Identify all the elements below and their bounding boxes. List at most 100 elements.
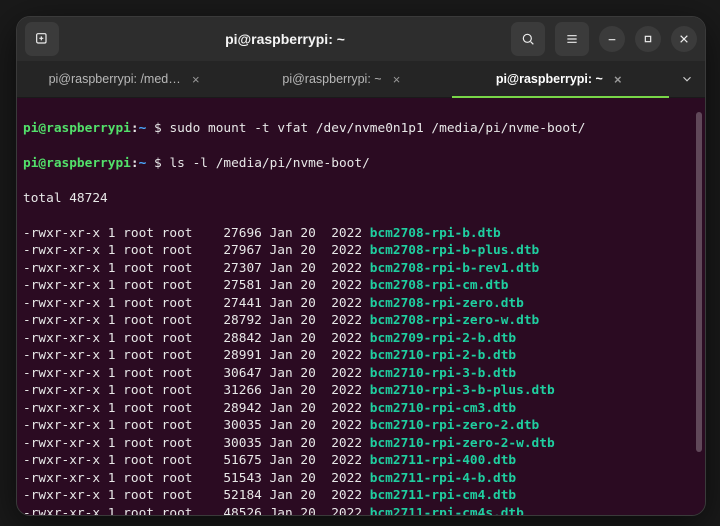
- ls-row: -rwxr-xr-x 1 root root 51675 Jan 20 2022…: [23, 452, 699, 470]
- tab-1[interactable]: pi@raspberrypi: ~ ×: [234, 61, 451, 97]
- ls-row: -rwxr-xr-x 1 root root 27441 Jan 20 2022…: [23, 295, 699, 313]
- tab-label: pi@raspberrypi: /med…: [49, 72, 181, 86]
- ls-filename: bcm2710-rpi-zero-2.dtb: [370, 418, 540, 433]
- command-1: sudo mount -t vfat /dev/nvme0n1p1 /media…: [169, 121, 585, 136]
- scrollbar[interactable]: [696, 112, 702, 452]
- tab-label: pi@raspberrypi: ~: [282, 72, 381, 86]
- tab-2[interactable]: pi@raspberrypi: ~ ×: [452, 61, 669, 97]
- ls-filename: bcm2709-rpi-2-b.dtb: [370, 331, 516, 346]
- ls-size: 51675: [200, 453, 262, 468]
- ls-perm: -rwxr-xr-x 1 root root: [23, 313, 193, 328]
- ls-perm: -rwxr-xr-x 1 root root: [23, 453, 193, 468]
- ls-size: 28842: [200, 331, 262, 346]
- ls-row: -rwxr-xr-x 1 root root 27696 Jan 20 2022…: [23, 225, 699, 243]
- titlebar: pi@raspberrypi: ~: [17, 17, 705, 61]
- ls-date: Jan 20 2022: [270, 383, 362, 398]
- close-button[interactable]: [671, 26, 697, 52]
- close-icon: [676, 31, 692, 47]
- new-tab-icon: [34, 31, 50, 47]
- prompt-sigil: $: [154, 121, 162, 136]
- ls-row: -rwxr-xr-x 1 root root 28991 Jan 20 2022…: [23, 347, 699, 365]
- ls-date: Jan 20 2022: [270, 348, 362, 363]
- ls-size: 52184: [200, 488, 262, 503]
- ls-size: 27441: [200, 296, 262, 311]
- prompt-cwd: ~: [139, 156, 147, 171]
- maximize-button[interactable]: [635, 26, 661, 52]
- ls-row: -rwxr-xr-x 1 root root 51543 Jan 20 2022…: [23, 470, 699, 488]
- ls-row: -rwxr-xr-x 1 root root 31266 Jan 20 2022…: [23, 382, 699, 400]
- prompt-user-host: pi@raspberrypi: [23, 156, 131, 171]
- ls-row: -rwxr-xr-x 1 root root 30035 Jan 20 2022…: [23, 435, 699, 453]
- chevron-down-icon: [680, 72, 694, 86]
- tab-close-icon[interactable]: ×: [390, 72, 404, 86]
- ls-size: 27967: [200, 243, 262, 258]
- prompt-cwd: ~: [139, 121, 147, 136]
- ls-row: -rwxr-xr-x 1 root root 28942 Jan 20 2022…: [23, 400, 699, 418]
- prompt-sep: :: [131, 156, 139, 171]
- ls-size: 31266: [200, 383, 262, 398]
- ls-row: -rwxr-xr-x 1 root root 27581 Jan 20 2022…: [23, 277, 699, 295]
- hamburger-icon: [564, 31, 580, 47]
- ls-filename: bcm2711-rpi-cm4s.dtb: [370, 506, 524, 516]
- prompt-line-1: pi@raspberrypi:~ $ sudo mount -t vfat /d…: [23, 120, 699, 138]
- prompt-sep: :: [131, 121, 139, 136]
- ls-date: Jan 20 2022: [270, 296, 362, 311]
- ls-size: 30035: [200, 418, 262, 433]
- minimize-button[interactable]: [599, 26, 625, 52]
- ls-row: -rwxr-xr-x 1 root root 52184 Jan 20 2022…: [23, 487, 699, 505]
- ls-date: Jan 20 2022: [270, 331, 362, 346]
- ls-filename: bcm2710-rpi-3-b-plus.dtb: [370, 383, 555, 398]
- window-title: pi@raspberrypi: ~: [65, 31, 505, 47]
- ls-date: Jan 20 2022: [270, 453, 362, 468]
- ls-date: Jan 20 2022: [270, 436, 362, 451]
- ls-date: Jan 20 2022: [270, 471, 362, 486]
- ls-date: Jan 20 2022: [270, 243, 362, 258]
- ls-perm: -rwxr-xr-x 1 root root: [23, 418, 193, 433]
- prompt-sigil: $: [154, 156, 162, 171]
- ls-size: 30035: [200, 436, 262, 451]
- ls-perm: -rwxr-xr-x 1 root root: [23, 243, 193, 258]
- terminal-area[interactable]: pi@raspberrypi:~ $ sudo mount -t vfat /d…: [17, 98, 705, 515]
- ls-perm: -rwxr-xr-x 1 root root: [23, 261, 193, 276]
- ls-date: Jan 20 2022: [270, 401, 362, 416]
- ls-row: -rwxr-xr-x 1 root root 30647 Jan 20 2022…: [23, 365, 699, 383]
- ls-filename: bcm2710-rpi-2-b.dtb: [370, 348, 516, 363]
- search-icon: [520, 31, 536, 47]
- tab-label: pi@raspberrypi: ~: [496, 72, 603, 86]
- ls-date: Jan 20 2022: [270, 313, 362, 328]
- tab-0[interactable]: pi@raspberrypi: /med… ×: [17, 61, 234, 97]
- ls-filename: bcm2711-rpi-4-b.dtb: [370, 471, 516, 486]
- ls-size: 27581: [200, 278, 262, 293]
- new-tab-button[interactable]: [25, 22, 59, 56]
- search-button[interactable]: [511, 22, 545, 56]
- tab-close-icon[interactable]: ×: [189, 72, 203, 86]
- tab-close-icon[interactable]: ×: [611, 72, 625, 86]
- ls-filename: bcm2708-rpi-zero.dtb: [370, 296, 524, 311]
- prompt-user-host: pi@raspberrypi: [23, 121, 131, 136]
- ls-row: -rwxr-xr-x 1 root root 28792 Jan 20 2022…: [23, 312, 699, 330]
- ls-perm: -rwxr-xr-x 1 root root: [23, 383, 193, 398]
- ls-size: 28792: [200, 313, 262, 328]
- tab-dropdown-button[interactable]: [669, 61, 705, 97]
- ls-size: 48526: [200, 506, 262, 516]
- ls-date: Jan 20 2022: [270, 418, 362, 433]
- ls-size: 28942: [200, 401, 262, 416]
- ls-size: 30647: [200, 366, 262, 381]
- ls-perm: -rwxr-xr-x 1 root root: [23, 278, 193, 293]
- ls-perm: -rwxr-xr-x 1 root root: [23, 401, 193, 416]
- ls-row: -rwxr-xr-x 1 root root 48526 Jan 20 2022…: [23, 505, 699, 516]
- total-line: total 48724: [23, 190, 699, 208]
- ls-perm: -rwxr-xr-x 1 root root: [23, 331, 193, 346]
- ls-perm: -rwxr-xr-x 1 root root: [23, 226, 193, 241]
- ls-filename: bcm2708-rpi-b-rev1.dtb: [370, 261, 540, 276]
- ls-size: 27696: [200, 226, 262, 241]
- ls-perm: -rwxr-xr-x 1 root root: [23, 366, 193, 381]
- menu-button[interactable]: [555, 22, 589, 56]
- tabbar: pi@raspberrypi: /med… × pi@raspberrypi: ~ ×…: [17, 61, 705, 98]
- ls-row: -rwxr-xr-x 1 root root 27307 Jan 20 2022…: [23, 260, 699, 278]
- titlebar-right: [511, 22, 697, 56]
- ls-size: 51543: [200, 471, 262, 486]
- ls-date: Jan 20 2022: [270, 488, 362, 503]
- terminal-window: pi@raspberrypi: ~ pi@: [16, 16, 706, 516]
- ls-filename: bcm2708-rpi-b-plus.dtb: [370, 243, 540, 258]
